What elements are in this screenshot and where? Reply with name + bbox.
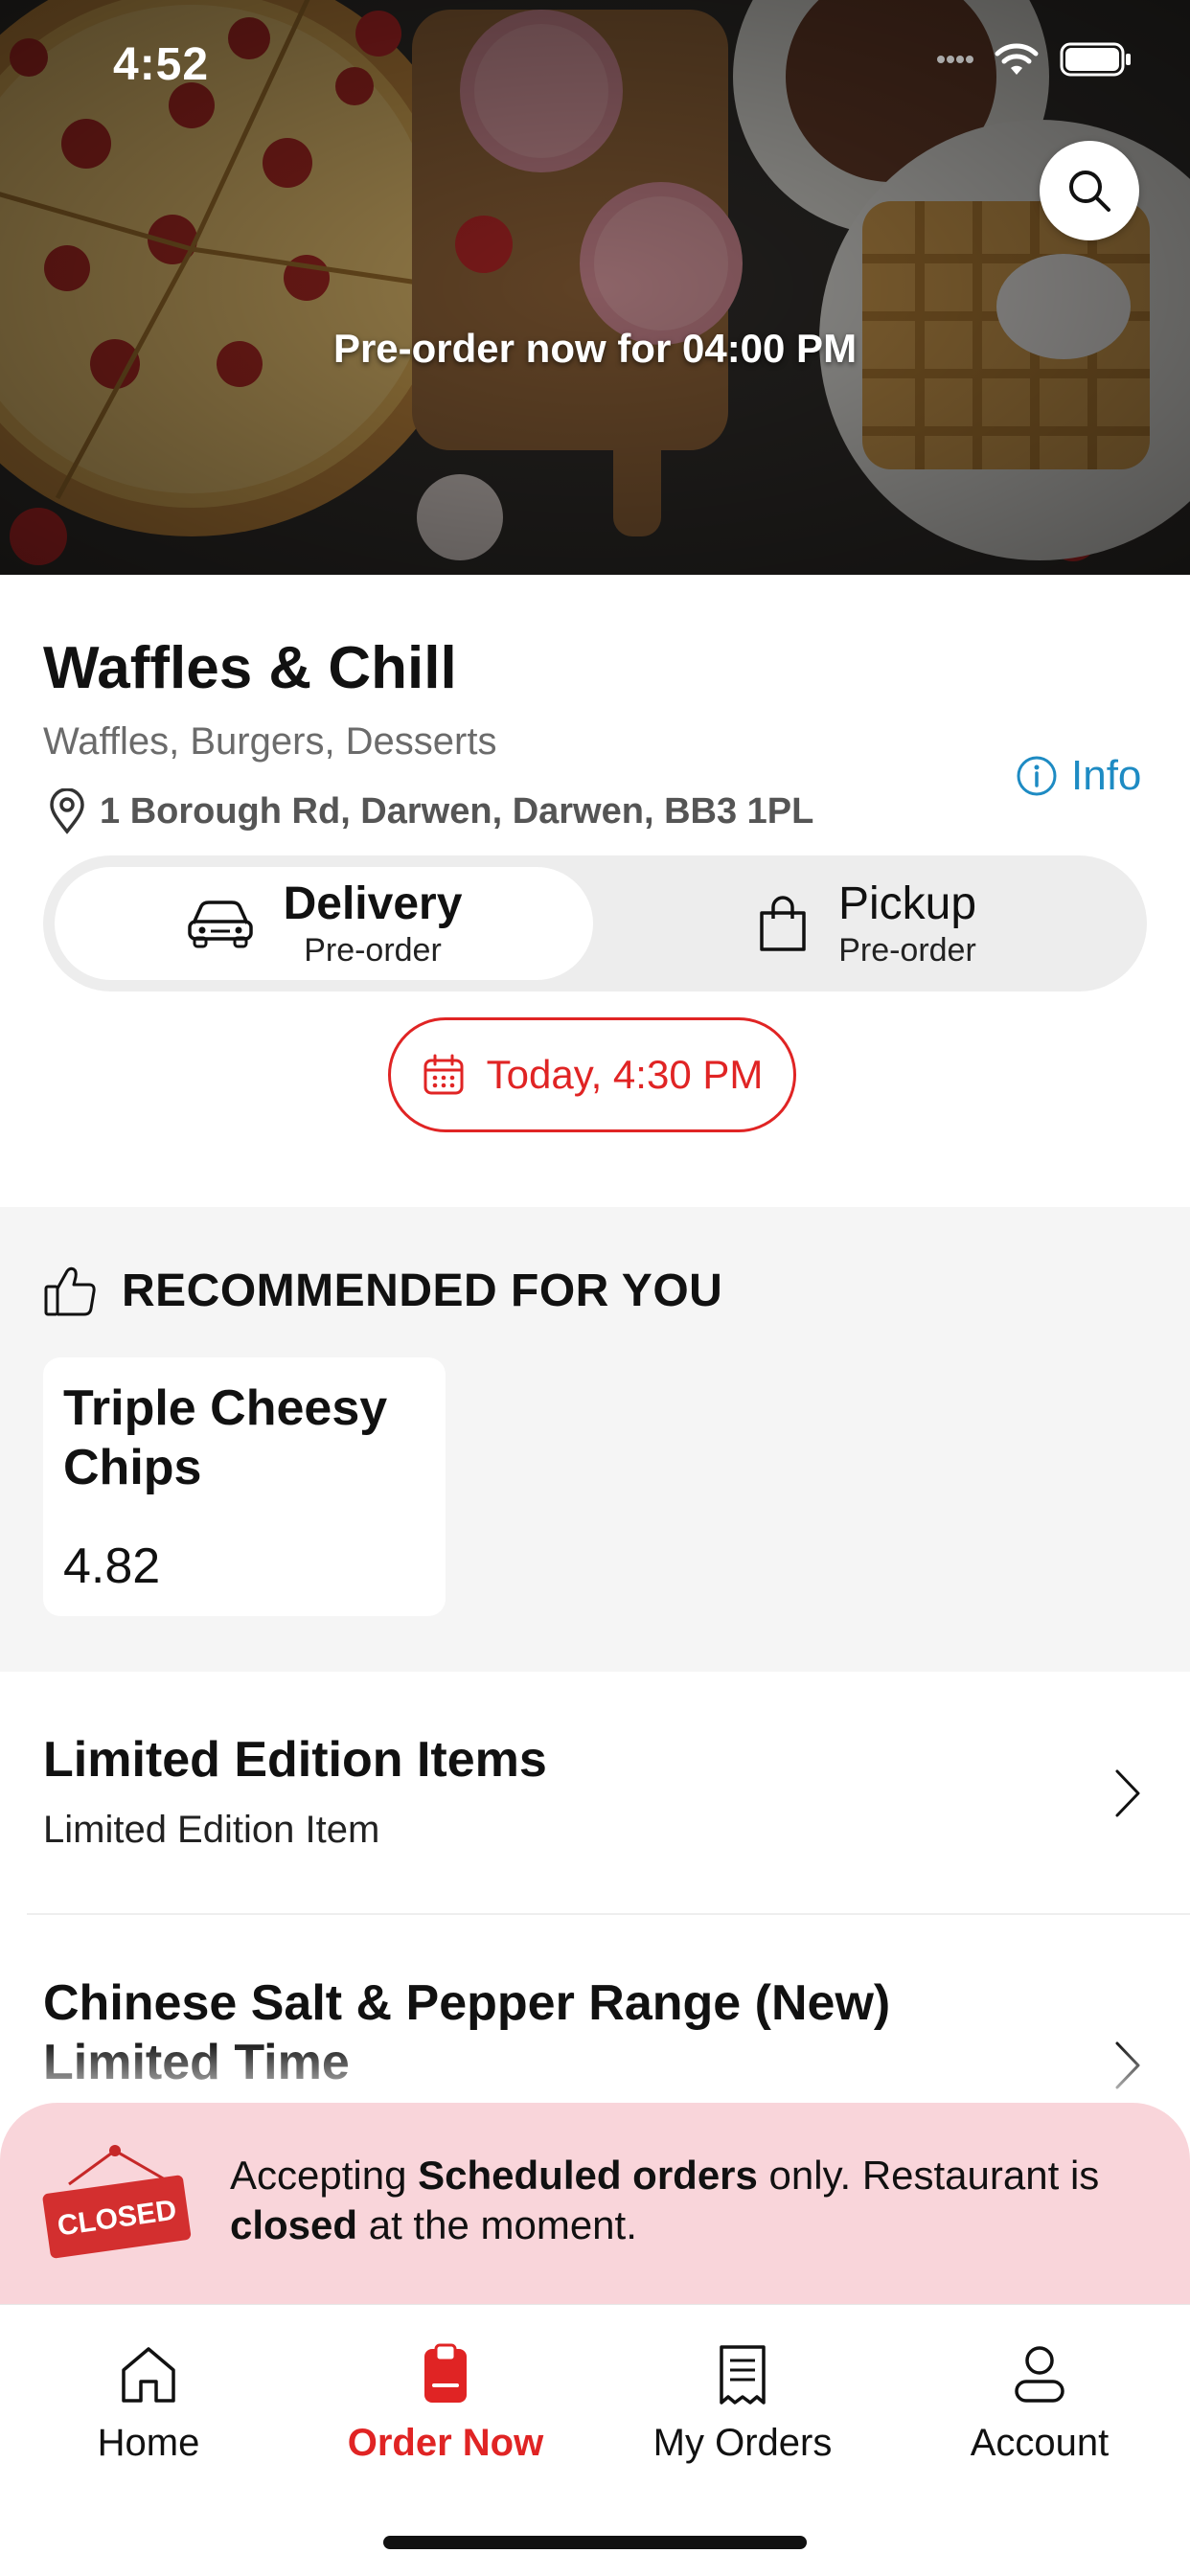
- tab-account[interactable]: Account: [891, 2343, 1188, 2465]
- search-button[interactable]: [1040, 141, 1139, 240]
- delivery-option[interactable]: Delivery Pre-order: [55, 867, 593, 980]
- recommended-section: RECOMMENDED FOR YOU Triple Cheesy Chips …: [0, 1207, 1190, 1672]
- calendar-icon: [423, 1054, 464, 1095]
- scroll-fade: [0, 2040, 1190, 2108]
- battery-icon: [1060, 42, 1131, 77]
- preorder-message: Pre-order now for 04:00 PM: [332, 326, 858, 371]
- delivery-sub: Pre-order: [304, 932, 442, 969]
- shopping-bag-icon: [760, 896, 806, 951]
- hero-banner: 4:52 Pre-order now for 04:00 PM: [0, 0, 1190, 575]
- tab-label: Order Now: [347, 2422, 544, 2464]
- recommended-item-card[interactable]: Triple Cheesy Chips 4.82: [43, 1357, 446, 1616]
- category-row[interactable]: Limited Edition Items Limited Edition It…: [0, 1672, 1190, 1913]
- location-pin-icon: [50, 788, 84, 834]
- person-icon: [1015, 2346, 1064, 2403]
- tab-label: Home: [97, 2422, 200, 2464]
- recommended-item-price: 4.82: [63, 1539, 161, 1594]
- status-icons: [935, 42, 1133, 77]
- address-text: 1 Borough Rd, Darwen, Darwen, BB3 1PL: [100, 790, 814, 832]
- tab-home[interactable]: Home: [0, 2343, 297, 2465]
- recommended-header: RECOMMENDED FOR YOU: [43, 1265, 722, 1317]
- closed-sign-icon: CLOSED: [42, 2145, 192, 2259]
- category-title: Limited Edition Items: [43, 1732, 547, 1788]
- order-mode-toggle: Delivery Pre-order Pickup Pre-order: [43, 855, 1147, 992]
- pickup-option[interactable]: Pickup Pre-order: [597, 867, 1135, 980]
- info-link[interactable]: Info: [1016, 752, 1141, 800]
- restaurant-name: Waffles & Chill: [43, 635, 457, 701]
- recommended-item-name: Triple Cheesy Chips: [63, 1380, 388, 1495]
- home-indicator: [383, 2536, 807, 2549]
- tab-my-orders[interactable]: My Orders: [594, 2343, 891, 2465]
- chevron-right-icon: [1115, 1769, 1140, 1817]
- recommended-title: RECOMMENDED FOR YOU: [122, 1265, 723, 1316]
- closed-message: Accepting Scheduled orders only. Restaur…: [230, 2153, 1100, 2247]
- tab-label: Account: [970, 2422, 1110, 2464]
- signal-icon: [937, 56, 973, 63]
- car-icon: [187, 900, 253, 948]
- order-icon: [424, 2343, 467, 2403]
- restaurant-address: 1 Borough Rd, Darwen, Darwen, BB3 1PL: [48, 788, 813, 834]
- status-time: 4:52: [113, 39, 210, 90]
- tab-label: My Orders: [652, 2422, 833, 2464]
- schedule-time-button[interactable]: Today, 4:30 PM: [388, 1017, 796, 1132]
- restaurant-cuisine: Waffles, Burgers, Desserts: [43, 720, 497, 763]
- category-subtitle: Limited Edition Item: [43, 1809, 380, 1851]
- tab-order-now[interactable]: Order Now: [297, 2343, 594, 2465]
- info-icon: [1017, 756, 1057, 796]
- closed-banner: CLOSED Accepting Scheduled orders only. …: [0, 2103, 1190, 2304]
- thumbs-up-icon: [44, 1266, 96, 1315]
- wifi-icon: [995, 43, 1039, 75]
- receipt-icon: [720, 2345, 766, 2405]
- home-icon: [122, 2347, 175, 2403]
- delivery-label: Delivery: [283, 878, 463, 929]
- pickup-sub: Pre-order: [838, 932, 976, 969]
- pickup-label: Pickup: [837, 878, 977, 929]
- info-label: Info: [1071, 752, 1142, 799]
- search-icon: [1069, 171, 1110, 212]
- schedule-label: Today, 4:30 PM: [486, 1052, 764, 1097]
